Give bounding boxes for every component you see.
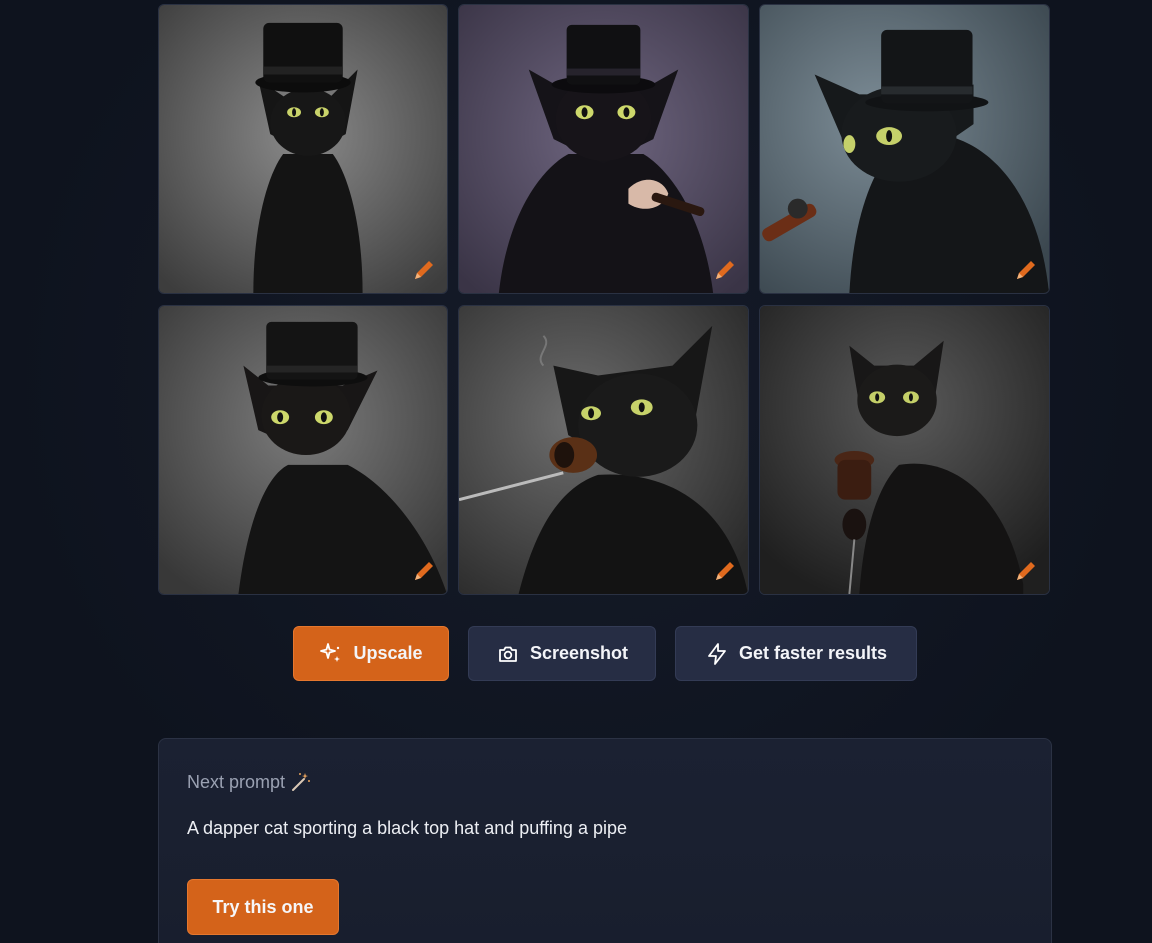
cat-image xyxy=(159,306,447,594)
generated-image-4[interactable] xyxy=(158,305,448,595)
try-this-one-button[interactable]: Try this one xyxy=(187,879,339,935)
generated-image-3[interactable] xyxy=(759,4,1050,294)
next-prompt-heading: Next prompt xyxy=(187,771,311,793)
pencil-icon[interactable] xyxy=(409,556,439,586)
next-prompt-text: A dapper cat sporting a black top hat an… xyxy=(187,818,627,838)
screenshot-button[interactable]: Screenshot xyxy=(468,626,656,681)
action-bar: Upscale Screenshot Get faster results xyxy=(293,626,917,681)
cat-image xyxy=(760,306,1049,594)
magic-wand-icon xyxy=(292,773,311,791)
get-faster-results-label: Get faster results xyxy=(738,643,888,663)
cat-image xyxy=(159,5,447,293)
app-page: Upscale Screenshot Get faster results Ne… xyxy=(0,0,1152,943)
pencil-icon[interactable] xyxy=(1011,556,1041,586)
generated-image-6[interactable] xyxy=(759,305,1050,595)
pencil-icon[interactable] xyxy=(409,255,439,285)
pencil-icon[interactable] xyxy=(710,556,740,586)
generated-image-2[interactable] xyxy=(458,4,749,294)
get-faster-results-button[interactable]: Get faster results xyxy=(675,626,917,681)
lightning-icon xyxy=(708,642,726,665)
next-prompt-label: Next prompt xyxy=(187,771,286,792)
pencil-icon[interactable] xyxy=(710,255,740,285)
upscale-button[interactable]: Upscale xyxy=(293,626,449,681)
generated-image-5[interactable] xyxy=(458,305,749,595)
cat-image xyxy=(760,5,1049,293)
image-grid xyxy=(158,4,1052,595)
screenshot-label: Screenshot xyxy=(529,643,629,663)
generated-image-1[interactable] xyxy=(158,4,448,294)
sparkles-icon xyxy=(320,642,341,662)
camera-icon xyxy=(499,646,517,662)
cat-image xyxy=(459,306,748,594)
cat-image xyxy=(459,5,748,293)
pencil-icon[interactable] xyxy=(1011,255,1041,285)
upscale-label: Upscale xyxy=(353,643,423,663)
next-prompt-card: Next prompt A dapper cat sporting a blac… xyxy=(158,738,1052,943)
